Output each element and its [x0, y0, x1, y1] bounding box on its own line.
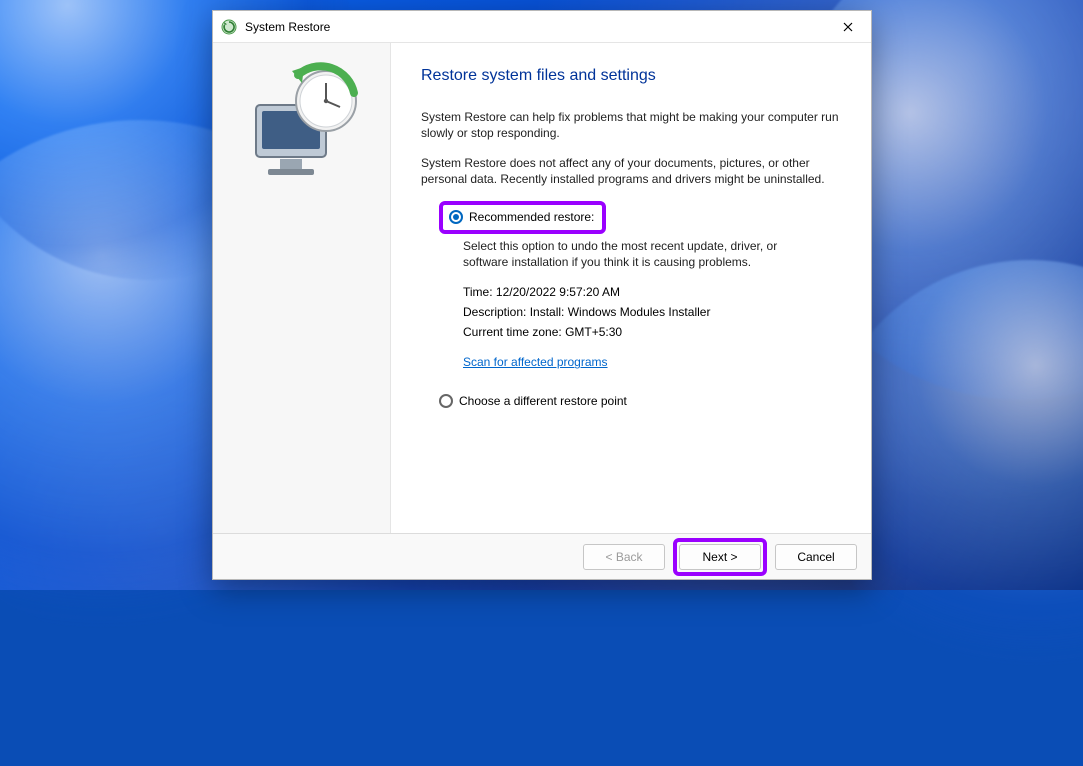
intro-text-2: System Restore does not affect any of yo… [421, 155, 841, 187]
restore-time: Time: 12/20/2022 9:57:20 AM [463, 284, 841, 300]
radio-choose-different[interactable] [439, 394, 453, 408]
back-button: < Back [583, 544, 665, 570]
radio-choose-different-label[interactable]: Choose a different restore point [459, 393, 627, 409]
recommended-description: Select this option to undo the most rece… [463, 238, 793, 270]
radio-recommended-label[interactable]: Recommended restore: [469, 209, 594, 225]
cancel-button[interactable]: Cancel [775, 544, 857, 570]
page-heading: Restore system files and settings [421, 65, 841, 87]
close-button[interactable] [825, 11, 871, 43]
system-restore-dialog: System Restore [212, 10, 872, 580]
scan-affected-programs-link[interactable]: Scan for affected programs [463, 354, 608, 370]
system-restore-hero-icon [238, 57, 366, 185]
restore-description: Description: Install: Windows Modules In… [463, 304, 841, 320]
wizard-footer: < Back Next > Cancel [213, 533, 871, 579]
highlight-recommended: Recommended restore: [439, 201, 606, 233]
titlebar[interactable]: System Restore [213, 11, 871, 43]
wizard-content: Restore system files and settings System… [391, 43, 871, 533]
highlight-next: Next > [673, 538, 767, 576]
restore-timezone: Current time zone: GMT+5:30 [463, 324, 841, 340]
next-button[interactable]: Next > [679, 544, 761, 570]
system-restore-icon [221, 19, 237, 35]
intro-text-1: System Restore can help fix problems tha… [421, 109, 841, 141]
radio-recommended[interactable] [449, 210, 463, 224]
window-title: System Restore [245, 20, 825, 34]
wizard-sidebar [213, 43, 391, 533]
